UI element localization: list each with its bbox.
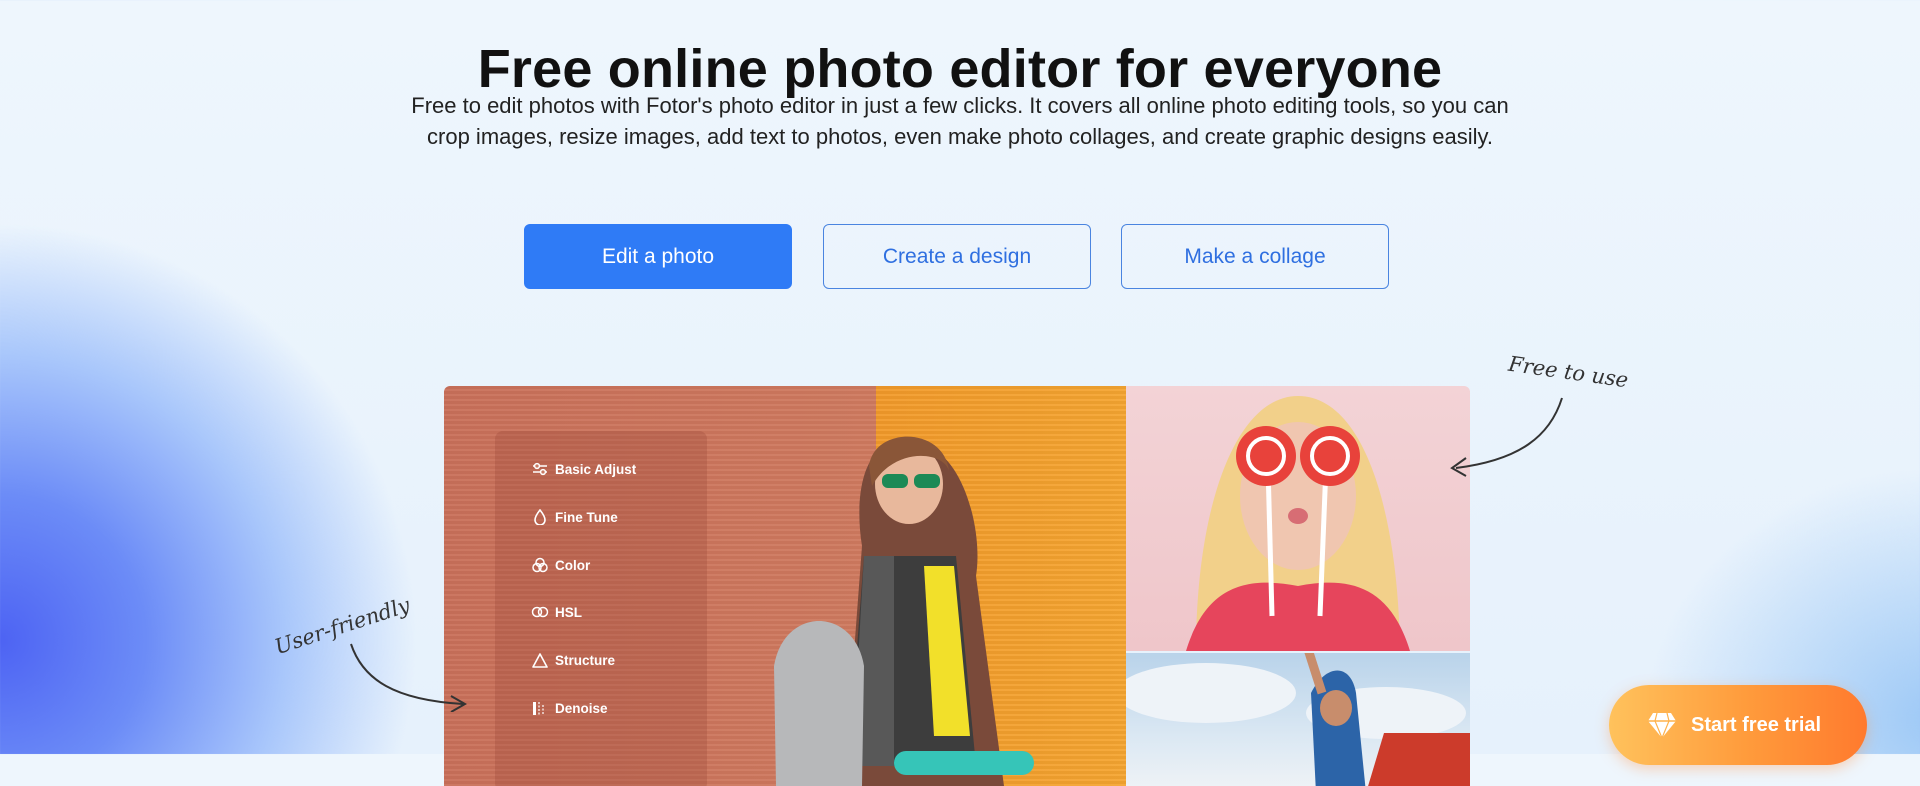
color-circles-icon bbox=[531, 556, 549, 574]
adjust-tools-panel: Basic Adjust Fine Tune Color HSL Structu… bbox=[495, 431, 707, 786]
triangle-icon bbox=[531, 651, 549, 669]
lollipop-girl-photo bbox=[1126, 386, 1470, 651]
curved-arrow-icon bbox=[350, 643, 468, 712]
edit-photo-button[interactable]: Edit a photo bbox=[524, 224, 792, 289]
tool-denoise[interactable]: Denoise bbox=[531, 696, 608, 720]
sliders-icon bbox=[531, 460, 549, 478]
start-free-trial-button[interactable]: Start free trial bbox=[1609, 685, 1867, 765]
tool-label: Structure bbox=[555, 652, 616, 668]
tool-label: Fine Tune bbox=[555, 509, 618, 525]
tool-structure[interactable]: Structure bbox=[531, 648, 615, 672]
denoise-icon bbox=[531, 699, 549, 717]
tool-color[interactable]: Color bbox=[531, 553, 590, 577]
editor-showcase-image: Basic Adjust Fine Tune Color HSL Structu… bbox=[444, 386, 1470, 786]
tool-label: Color bbox=[555, 557, 591, 573]
hero-description: Free to edit photos with Fotor's photo e… bbox=[411, 93, 1509, 149]
tool-label: Denoise bbox=[555, 700, 608, 716]
make-collage-button[interactable]: Make a collage bbox=[1121, 224, 1389, 289]
tool-basic-adjust[interactable]: Basic Adjust bbox=[531, 457, 636, 481]
tool-label: HSL bbox=[555, 604, 582, 620]
free-to-use-note: Free to use bbox=[1506, 351, 1630, 393]
car-girl-photo bbox=[1116, 641, 1470, 786]
tool-label: Basic Adjust bbox=[555, 461, 637, 477]
tool-hsl[interactable]: HSL bbox=[531, 600, 582, 624]
create-design-button[interactable]: Create a design bbox=[823, 224, 1091, 289]
droplet-icon bbox=[531, 508, 549, 526]
curved-arrow-icon bbox=[1450, 397, 1563, 477]
hsl-rings-icon bbox=[531, 603, 549, 621]
trial-label: Start free trial bbox=[1691, 713, 1822, 736]
tool-fine-tune[interactable]: Fine Tune bbox=[531, 505, 618, 529]
diamond-icon bbox=[1648, 712, 1676, 739]
girl-with-sunglasses-photo bbox=[774, 436, 1034, 786]
